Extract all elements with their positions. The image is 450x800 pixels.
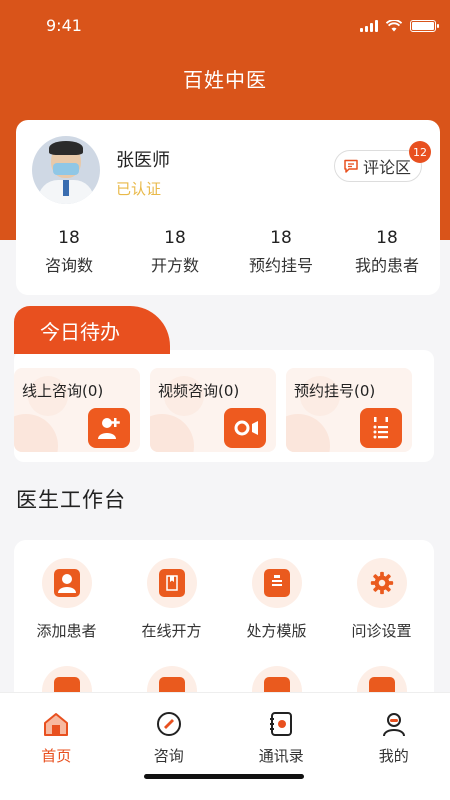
stat-prescriptions[interactable]: 18 开方数 <box>122 228 228 276</box>
verified-status: 已认证 <box>116 180 162 198</box>
status-time: 9:41 <box>46 16 82 35</box>
calendar-list-icon <box>360 408 402 448</box>
workbench-label: 处方模版 <box>246 622 307 640</box>
wifi-icon <box>386 20 402 32</box>
bottom-tab-bar: 首页 咨询 通讯录 我的 <box>0 692 450 800</box>
workbench-prescription-template[interactable]: 处方模版 <box>224 558 329 666</box>
tab-label: 咨询 <box>153 747 184 765</box>
profile-card: 张医师 已认证 评论区 12 18 咨询数 18 开方数 18 预约挂号 18 … <box>16 120 440 295</box>
comment-count-badge: 12 <box>409 141 431 163</box>
workbench-label: 在线开方 <box>141 622 202 640</box>
profile-icon <box>379 709 409 739</box>
stat-label: 我的患者 <box>354 256 419 275</box>
stat-value: 18 <box>376 228 398 248</box>
comment-area-button[interactable]: 评论区 12 <box>333 141 431 182</box>
todo-card-video-consult[interactable]: 视频咨询(0) <box>150 368 276 452</box>
stat-value: 18 <box>58 228 80 248</box>
user-add-icon <box>88 408 130 448</box>
workbench-label: 添加患者 <box>36 622 97 640</box>
stat-label: 咨询数 <box>44 256 93 275</box>
tab-label: 通讯录 <box>258 747 304 765</box>
signal-icon <box>360 20 378 32</box>
stats-row: 18 咨询数 18 开方数 18 预约挂号 18 我的患者 <box>16 228 440 276</box>
stat-appointments[interactable]: 18 预约挂号 <box>228 228 334 276</box>
todo-label: 线上咨询(0) <box>22 382 104 400</box>
todo-card-online-consult[interactable]: 线上咨询(0) <box>14 368 140 452</box>
stat-label: 预约挂号 <box>248 256 313 275</box>
todo-label: 预约挂号(0) <box>294 382 376 400</box>
workbench-consult-settings[interactable]: 问诊设置 <box>329 558 434 666</box>
status-bar: 9:41 <box>0 0 450 50</box>
todo-label: 视频咨询(0) <box>158 382 240 400</box>
todo-title: 今日待办 <box>14 306 170 354</box>
tab-consult[interactable]: 咨询 <box>124 693 214 800</box>
stat-value: 18 <box>164 228 186 248</box>
battery-icon <box>410 20 439 32</box>
tab-label: 我的 <box>378 747 409 765</box>
contacts-icon <box>266 709 296 739</box>
doctor-name: 张医师 <box>116 150 170 171</box>
comment-area-label: 评论区 <box>362 158 411 177</box>
workbench-title: 医生工作台 <box>16 488 126 512</box>
todo-cards: 线上咨询(0) 视频咨询(0) 预约挂号(0) <box>14 368 424 452</box>
avatar[interactable] <box>32 136 100 204</box>
add-patient-icon <box>53 569 80 597</box>
comment-icon <box>344 159 358 173</box>
stat-label: 开方数 <box>150 256 199 275</box>
todo-card-appointment[interactable]: 预约挂号(0) <box>286 368 412 452</box>
tab-contacts[interactable]: 通讯录 <box>236 693 326 800</box>
prescription-book-icon <box>158 569 185 597</box>
tab-label: 首页 <box>41 747 72 765</box>
stat-consultations[interactable]: 18 咨询数 <box>16 228 122 276</box>
workbench-add-patient[interactable]: 添加患者 <box>14 558 119 666</box>
tab-home[interactable]: 首页 <box>11 693 101 800</box>
home-icon <box>41 709 71 739</box>
stat-my-patients[interactable]: 18 我的患者 <box>334 228 440 276</box>
status-icons <box>360 20 439 32</box>
consult-icon <box>154 709 184 739</box>
workbench-online-prescription[interactable]: 在线开方 <box>119 558 224 666</box>
home-indicator <box>144 774 304 779</box>
template-icon <box>263 569 290 597</box>
workbench-label: 问诊设置 <box>351 622 412 640</box>
tab-mine[interactable]: 我的 <box>349 693 439 800</box>
video-camera-icon <box>224 408 266 448</box>
gear-icon <box>369 569 395 597</box>
app-title: 百姓中医 <box>183 68 267 92</box>
stat-value: 18 <box>270 228 292 248</box>
